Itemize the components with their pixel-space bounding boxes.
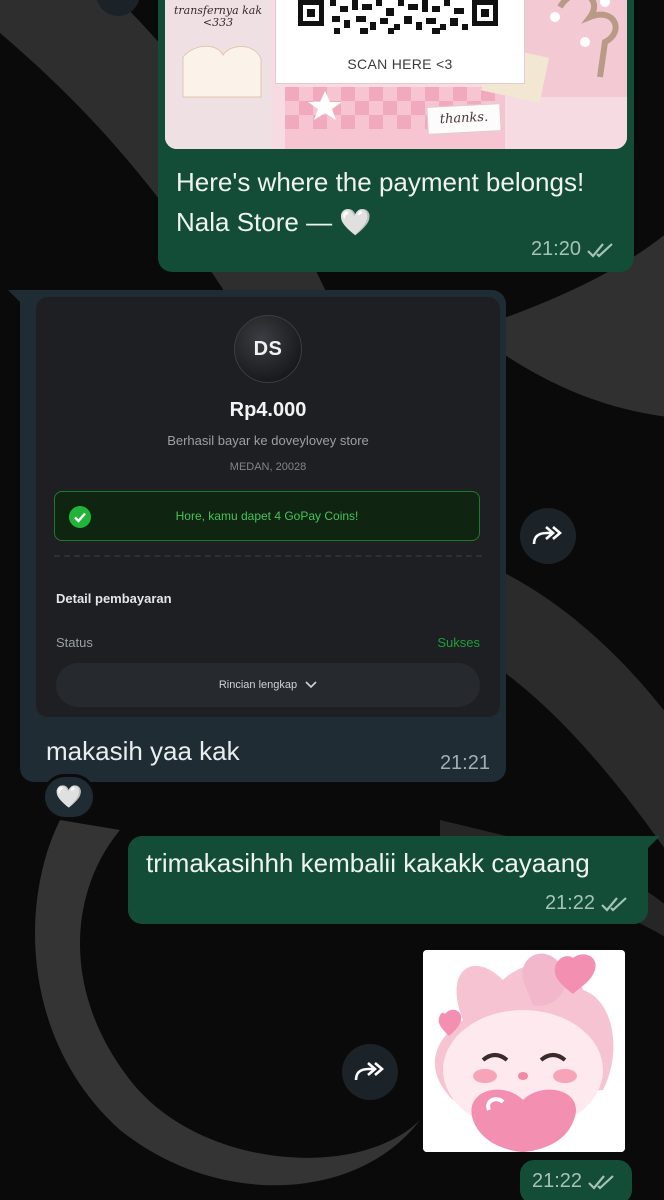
bunny-sticker-art: [423, 950, 625, 1152]
forward-icon: [354, 1062, 384, 1081]
message-time: 21:22: [532, 1170, 583, 1192]
coins-banner: Hore, kamu dapet 4 GoPay Coins!: [54, 491, 480, 541]
reaction-heart[interactable]: 🤍: [42, 774, 96, 820]
image-note-text: transfernya kak <333: [173, 4, 263, 29]
merchant-location: MEDAN, 20028: [229, 461, 307, 473]
scan-here-label: SCAN HERE <3: [347, 56, 453, 72]
status-value: Sukses: [437, 635, 480, 650]
message-bubble-receipt[interactable]: DS Rp4.000 Berhasil bayar ke doveylovey …: [8, 290, 506, 782]
full-details-label: Rincian lengkap: [218, 679, 298, 691]
divider: [54, 555, 482, 557]
chevron-down-icon: [305, 681, 317, 689]
thanks-label: thanks.: [426, 103, 502, 135]
qr-payment-image[interactable]: transfernya kak <333 SCAN HERE <3 thanks…: [165, 0, 627, 149]
bubble-tail: [648, 836, 660, 848]
payment-amount: Rp4.000: [229, 399, 307, 421]
double-check-icon: [587, 242, 613, 258]
coins-banner-text: Hore, kamu dapet 4 GoPay Coins!: [175, 509, 359, 523]
message-meta: 21:21: [440, 752, 490, 775]
full-details-button: Rincian lengkap: [56, 663, 480, 707]
double-check-icon: [588, 1174, 614, 1190]
check-circle-icon: [69, 506, 91, 528]
message-caption: Here's where the payment belongs! Nala S…: [176, 167, 585, 237]
forward-button[interactable]: [520, 508, 576, 564]
payment-detail-title: Detail pembayaran: [56, 591, 172, 606]
double-check-icon: [601, 896, 627, 912]
message-time: 21:20: [530, 238, 581, 260]
message-time: 21:22: [544, 892, 595, 914]
reaction-emoji: 🤍: [55, 784, 83, 809]
message-text: makasih yaa kak: [46, 736, 240, 766]
sticker-meta: 21:22: [520, 1160, 632, 1200]
bubble-tail: [8, 290, 20, 302]
message-meta: 21:22: [532, 1170, 617, 1193]
status-label: Status: [56, 635, 93, 650]
qr-code-panel: SCAN HERE <3: [275, 0, 525, 84]
message-text: trimakasihhh kembalii kakakk cayaang: [146, 848, 590, 878]
message-time: 21:21: [439, 752, 490, 774]
merchant-line: Berhasil bayar ke doveylovey store: [167, 433, 369, 448]
merchant-avatar: DS: [234, 315, 302, 383]
message-bubble-reply[interactable]: trimakasihhh kembalii kakakk cayaang 21:…: [128, 836, 660, 924]
forward-icon: [532, 526, 562, 545]
bunny-sticker[interactable]: [423, 950, 625, 1152]
message-bubble-payment-image[interactable]: transfernya kak <333 SCAN HERE <3 thanks…: [158, 0, 634, 272]
qr-code: [298, 0, 498, 34]
forward-button[interactable]: [342, 1044, 398, 1100]
message-meta: 21:22: [545, 892, 630, 915]
message-meta: 21:20: [531, 238, 616, 261]
payment-receipt-image[interactable]: DS Rp4.000 Berhasil bayar ke doveylovey …: [36, 297, 500, 717]
